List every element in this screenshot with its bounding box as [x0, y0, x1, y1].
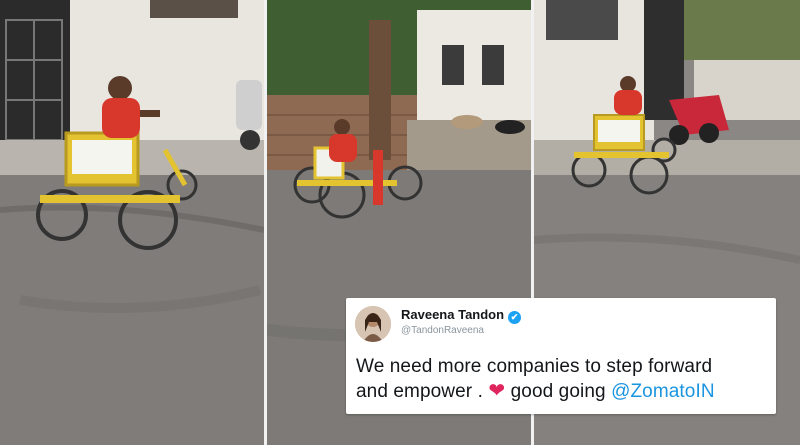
tweet-text: We need more companies to step forward a… [356, 354, 774, 404]
tweet-line-2-middle: good going [510, 381, 606, 402]
tweet-author-name: Raveena Tandon ✔ [401, 307, 522, 324]
verified-badge-icon: ✔ [508, 311, 522, 324]
tweet-handle: @TandonRaveena [401, 325, 484, 336]
video-frame-left [0, 0, 264, 445]
display-name: Raveena Tandon [401, 307, 505, 322]
heart-icon: ❤ [488, 380, 506, 402]
dog-black [495, 120, 525, 134]
avatar [355, 306, 391, 342]
tweet-line-2-start: and empower . [356, 381, 483, 402]
street-scene-left [0, 0, 264, 445]
mention-link[interactable]: @ZomatoIN [611, 381, 715, 402]
tweet-card: Raveena Tandon ✔ @TandonRaveena We need m… [346, 298, 776, 414]
tweet-line-1: We need more companies to step forward [356, 356, 713, 377]
dog-brown [451, 115, 483, 129]
tweet-line-2: and empower . ❤ good going @ZomatoIN [356, 379, 774, 404]
